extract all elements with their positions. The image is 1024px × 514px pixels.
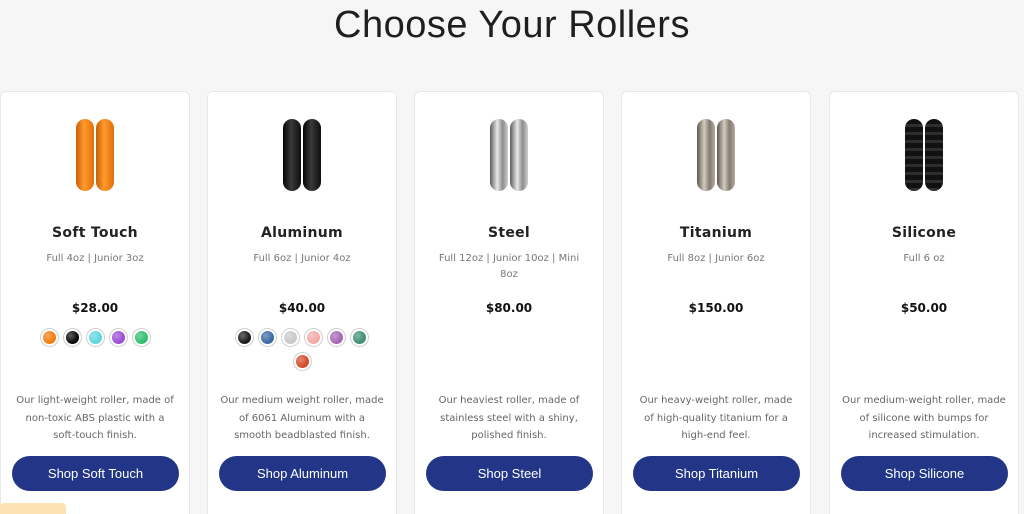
shop-silicone-button[interactable]: Shop Silicone (841, 456, 1008, 491)
color-swatch[interactable] (305, 329, 322, 346)
color-swatch[interactable] (40, 329, 58, 346)
shop-titanium-button[interactable]: Shop Titanium (633, 456, 800, 491)
shop-soft-touch-button[interactable]: Shop Soft Touch (12, 456, 179, 491)
product-card-silicone: Silicone Full 6 oz $50.00 Our medium-wei… (829, 91, 1019, 514)
color-swatches (228, 329, 376, 370)
product-sizes: Full 6oz | Junior 4oz (253, 253, 351, 264)
roller-image[interactable] (490, 119, 528, 191)
product-price: $80.00 (485, 301, 533, 315)
roller-image[interactable] (283, 119, 321, 191)
product-description: Our medium-weight roller, made of silico… (842, 395, 1006, 441)
product-price: $150.00 (688, 301, 744, 315)
color-swatch[interactable] (63, 329, 81, 346)
color-swatch[interactable] (328, 329, 345, 346)
color-swatch[interactable] (109, 329, 127, 346)
product-card-aluminum: Aluminum Full 6oz | Junior 4oz $40.00 Ou… (207, 91, 397, 514)
product-price: $40.00 (278, 301, 326, 315)
product-name[interactable]: Steel (415, 225, 603, 241)
product-sizes: Full 8oz | Junior 6oz (667, 253, 765, 264)
color-swatch[interactable] (293, 353, 311, 370)
product-card-soft-touch: Soft Touch Full 4oz | Junior 3oz $28.00 … (0, 91, 190, 514)
color-swatch[interactable] (259, 329, 276, 346)
product-name[interactable]: Soft Touch (1, 225, 189, 241)
product-price: $50.00 (900, 301, 948, 315)
product-card-steel: Steel Full 12oz | Junior 10oz | Mini 8oz… (414, 91, 604, 514)
product-card-titanium: Titanium Full 8oz | Junior 6oz $150.00 O… (621, 91, 811, 514)
roller-image[interactable] (697, 119, 735, 191)
roller-image[interactable] (905, 119, 943, 191)
color-swatch[interactable] (132, 329, 150, 346)
shop-steel-button[interactable]: Shop Steel (426, 456, 593, 491)
product-name[interactable]: Aluminum (208, 225, 396, 241)
product-sizes: Full 12oz | Junior 10oz | Mini 8oz (438, 253, 580, 280)
product-description: Our heavy-weight roller, made of high-qu… (639, 395, 793, 441)
color-swatches (21, 329, 169, 346)
page: Choose Your Rollers Soft Touch Full 4oz … (0, 0, 1024, 514)
color-swatch[interactable] (236, 329, 253, 346)
product-description: Our medium weight roller, made of 6061 A… (220, 395, 384, 441)
product-price: $28.00 (71, 301, 119, 315)
product-description: Our heaviest roller, made of stainless s… (438, 395, 580, 441)
page-title: Choose Your Rollers (334, 4, 690, 46)
corner-tab[interactable] (0, 503, 66, 514)
color-swatch[interactable] (86, 329, 104, 346)
product-sizes: Full 4oz | Junior 3oz (46, 253, 144, 264)
product-name[interactable]: Silicone (830, 225, 1018, 241)
product-sizes: Full 6 oz (903, 253, 945, 264)
color-swatch[interactable] (351, 329, 368, 346)
roller-image[interactable] (76, 119, 114, 191)
color-swatch[interactable] (282, 329, 299, 346)
shop-aluminum-button[interactable]: Shop Aluminum (219, 456, 386, 491)
product-description: Our light-weight roller, made of non-tox… (16, 395, 174, 441)
product-name[interactable]: Titanium (622, 225, 810, 241)
